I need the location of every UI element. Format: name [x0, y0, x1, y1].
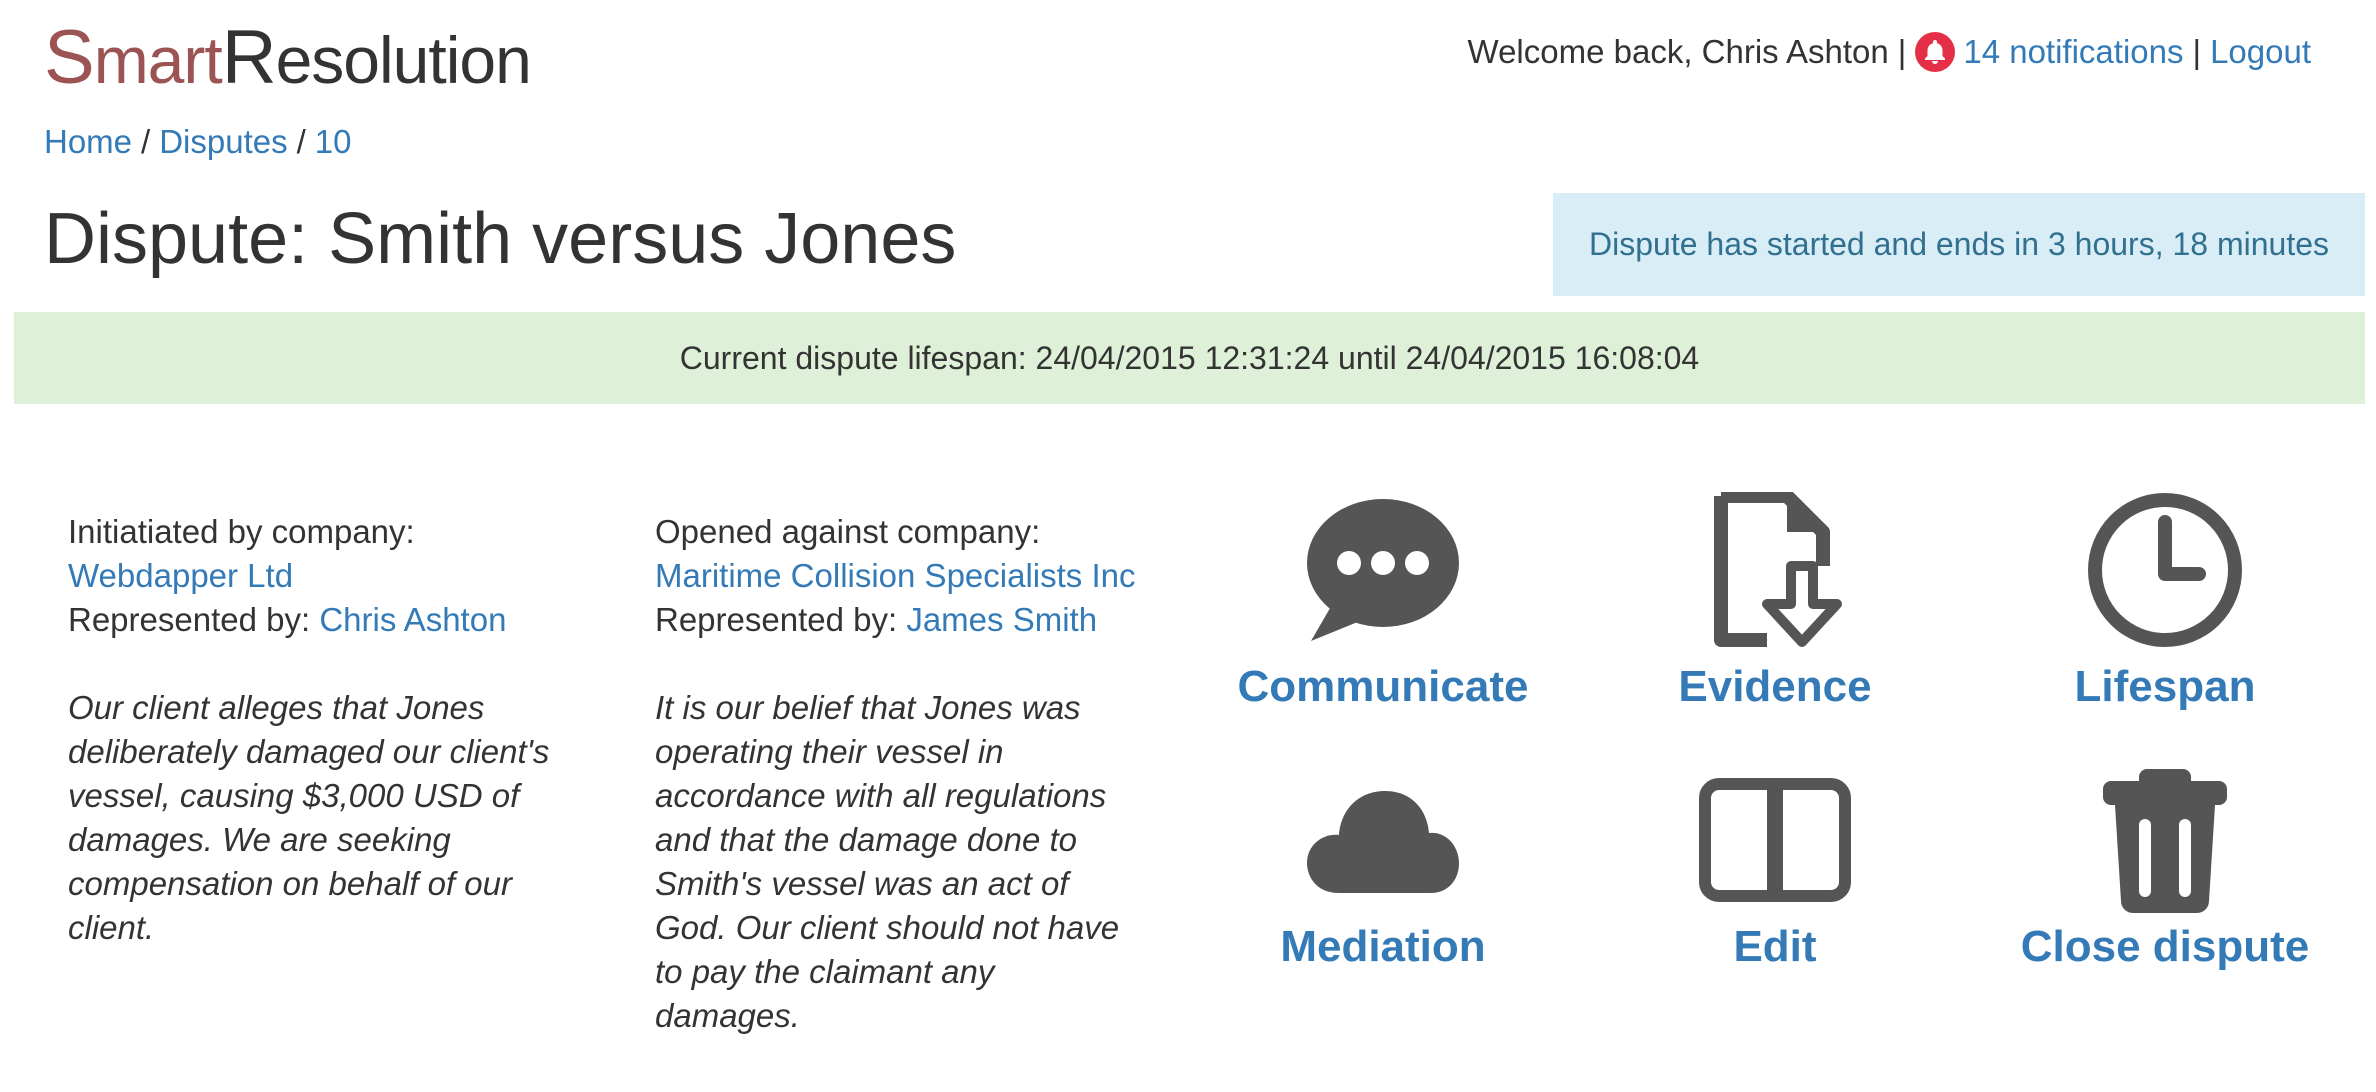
- close-dispute-label: Close dispute: [2020, 922, 2310, 971]
- party-initiator: Initiatiated by company: Webdapper Ltd R…: [68, 510, 588, 950]
- mediation-label: Mediation: [1280, 922, 1486, 971]
- respondent-rep-label: Represented by:: [655, 601, 898, 638]
- notifications-link[interactable]: 14 notifications: [1963, 33, 2183, 71]
- file-download-icon: [1595, 490, 1955, 650]
- lifespan-label: Lifespan: [2074, 662, 2256, 711]
- logo-initial-s: S: [44, 15, 95, 100]
- brand-logo[interactable]: SmartResolution: [44, 20, 532, 97]
- initiator-rep-link[interactable]: Chris Ashton: [319, 601, 506, 638]
- edit-label: Edit: [1733, 922, 1817, 971]
- cloud-icon: [1203, 770, 1563, 910]
- nav-separator: |: [2192, 33, 2202, 70]
- breadcrumb: Home / Disputes/10: [44, 123, 351, 161]
- breadcrumb-dispute-id[interactable]: 10: [315, 123, 352, 160]
- initiator-statement: Our client alleges that Jones deliberate…: [68, 689, 550, 946]
- speech-bubble-icon: [1203, 490, 1563, 650]
- evidence-label: Evidence: [1678, 662, 1872, 711]
- initiator-heading: Initiatiated by company:: [68, 513, 415, 550]
- bell-icon[interactable]: [1915, 32, 1956, 72]
- respondent-heading: Opened against company:: [655, 513, 1041, 550]
- edit-action[interactable]: Edit: [1595, 770, 1955, 972]
- respondent-statement: It is our belief that Jones was operatin…: [655, 689, 1120, 1034]
- book-icon: [1595, 770, 1955, 910]
- communicate-label: Communicate: [1237, 662, 1529, 711]
- close-dispute-action[interactable]: Close dispute: [1985, 769, 2345, 972]
- party-respondent: Opened against company: Maritime Collisi…: [655, 510, 1135, 1038]
- clock-icon: [1985, 490, 2345, 650]
- lifespan-action[interactable]: Lifespan: [1985, 490, 2345, 712]
- top-navigation: Welcome back, Chris Ashton | 14 notifica…: [1468, 32, 2311, 72]
- evidence-action[interactable]: Evidence: [1595, 490, 1955, 712]
- dispute-status-alert: Dispute has started and ends in 3 hours,…: [1553, 193, 2365, 296]
- breadcrumb-separator: /: [296, 123, 306, 160]
- logo-initial-r: R: [221, 15, 277, 100]
- respondent-company-link[interactable]: Maritime Collision Specialists Inc: [655, 557, 1135, 594]
- initiator-company-link[interactable]: Webdapper Ltd: [68, 557, 293, 594]
- welcome-text: Welcome back, Chris Ashton: [1467, 33, 1889, 70]
- breadcrumb-home[interactable]: Home: [44, 123, 132, 160]
- respondent-rep-link[interactable]: James Smith: [906, 601, 1097, 638]
- breadcrumb-disputes[interactable]: Disputes: [159, 123, 287, 160]
- communicate-action[interactable]: Communicate: [1203, 490, 1563, 712]
- logout-link[interactable]: Logout: [2210, 33, 2311, 71]
- page-title: Dispute: Smith versus Jones: [44, 199, 957, 279]
- logo-text-esolution: esolution: [275, 23, 532, 97]
- lifespan-alert: Current dispute lifespan: 24/04/2015 12:…: [14, 312, 2365, 404]
- breadcrumb-separator: /: [141, 123, 151, 160]
- trash-icon: [1985, 769, 2345, 913]
- mediation-action[interactable]: Mediation: [1203, 770, 1563, 972]
- logo-text-mart: mart: [93, 23, 223, 97]
- nav-separator: |: [1897, 33, 1907, 70]
- initiator-rep-label: Represented by:: [68, 601, 311, 638]
